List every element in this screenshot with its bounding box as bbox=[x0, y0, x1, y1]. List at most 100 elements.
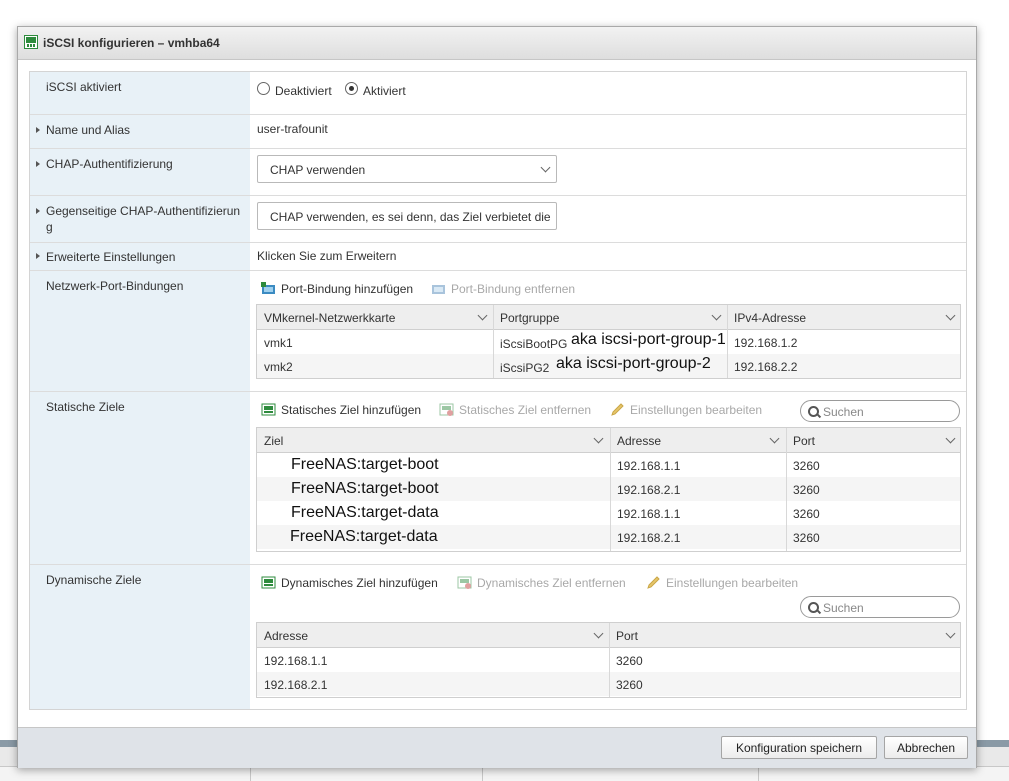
cell-port: 3260 bbox=[793, 531, 820, 545]
static-targets-table: Ziel Adresse Port FreeNAS:target-boot 19… bbox=[256, 427, 961, 552]
config-form: iSCSI aktiviert Deaktiviert Aktiviert Na… bbox=[29, 71, 967, 710]
search-icon bbox=[808, 406, 819, 417]
cell-ipv4: 192.168.1.2 bbox=[734, 336, 798, 350]
row-label: Netzwerk-Port-Bindungen bbox=[30, 271, 250, 391]
row-iscsi-enabled: iSCSI aktiviert Deaktiviert Aktiviert bbox=[30, 72, 966, 115]
static-search-input[interactable]: Suchen bbox=[800, 400, 960, 422]
save-configuration-button[interactable]: Konfiguration speichern bbox=[721, 736, 877, 759]
mutual-chap-select[interactable]: CHAP verwenden, es sei denn, das Ziel ve… bbox=[257, 202, 557, 230]
chap-select[interactable]: CHAP verwenden bbox=[257, 155, 557, 183]
cell-port: 3260 bbox=[793, 483, 820, 497]
expand-triangle-icon[interactable] bbox=[36, 127, 40, 133]
chevron-down-icon bbox=[711, 310, 722, 321]
column-header-ziel[interactable]: Ziel bbox=[257, 428, 610, 452]
add-dynamic-target-icon bbox=[261, 576, 276, 589]
dialog-header: iSCSI konfigurieren – vmhba64 bbox=[18, 27, 976, 60]
cell-portgroup: iScsiPG2 aka iscsi-port-group-2 bbox=[500, 355, 711, 375]
chevron-down-icon bbox=[945, 310, 956, 321]
iscsi-adapter-icon bbox=[24, 35, 38, 49]
column-header-adresse[interactable]: Adresse bbox=[610, 428, 786, 452]
chevron-down-icon bbox=[945, 433, 956, 444]
column-divider bbox=[786, 428, 787, 551]
search-icon bbox=[808, 602, 819, 613]
column-header-ipv4[interactable]: IPv4-Adresse bbox=[727, 305, 962, 329]
edit-settings-button[interactable]: Einstellungen bearbeiten bbox=[610, 403, 762, 417]
row-label: iSCSI aktiviert bbox=[30, 72, 250, 114]
row-label: Dynamische Ziele bbox=[30, 565, 250, 709]
row-value: Dynamisches Ziel hinzufügen Dynamisches … bbox=[250, 565, 966, 709]
row-dynamic-targets: Dynamische Ziele Dynamisches Ziel hinzuf… bbox=[30, 565, 966, 709]
cell-target: FreeNAS:target-boot bbox=[291, 480, 439, 497]
expand-triangle-icon[interactable] bbox=[36, 208, 40, 214]
cell-target: FreeNAS:target-data bbox=[290, 528, 438, 545]
iscsi-config-dialog: iSCSI konfigurieren – vmhba64 iSCSI akti… bbox=[17, 26, 977, 768]
remove-static-target-button[interactable]: Statisches Ziel entfernen bbox=[439, 403, 591, 417]
row-chap[interactable]: CHAP-Authentifizierung CHAP verwenden bbox=[30, 149, 966, 196]
remove-dynamic-target-icon bbox=[457, 576, 472, 589]
add-dynamic-target-button[interactable]: Dynamisches Ziel hinzufügen bbox=[261, 576, 438, 590]
row-advanced-settings[interactable]: Erweiterte Einstellungen Klicken Sie zum… bbox=[30, 243, 966, 271]
cell-address: 192.168.2.1 bbox=[617, 483, 681, 497]
row-label: Statische Ziele bbox=[30, 392, 250, 564]
dialog-title: iSCSI konfigurieren – vmhba64 bbox=[43, 36, 220, 50]
radio-aktiviert-label[interactable]: Aktiviert bbox=[363, 84, 406, 98]
row-value: CHAP verwenden, es sei denn, das Ziel ve… bbox=[250, 196, 966, 242]
column-header-portgruppe[interactable]: Portgruppe bbox=[493, 305, 727, 329]
chevron-down-icon bbox=[477, 310, 488, 321]
row-mutual-chap[interactable]: Gegenseitige CHAP-Authentifizierung CHAP… bbox=[30, 196, 966, 243]
port-binding-table: VMkernel-Netzwerkkarte Portgruppe IPv4-A… bbox=[256, 304, 961, 379]
chevron-down-icon bbox=[769, 433, 780, 444]
row-value: Deaktiviert Aktiviert bbox=[250, 72, 966, 114]
cell-address: 192.168.1.1 bbox=[617, 507, 681, 521]
row-static-targets: Statische Ziele Statisches Ziel hinzufüg… bbox=[30, 392, 966, 565]
edit-settings-button[interactable]: Einstellungen bearbeiten bbox=[646, 576, 798, 590]
cell-address: 192.168.1.1 bbox=[264, 654, 328, 668]
cell-address: 192.168.1.1 bbox=[617, 459, 681, 473]
row-label: Name und Alias bbox=[30, 115, 250, 148]
cell-port: 3260 bbox=[793, 459, 820, 473]
cell-target: FreeNAS:target-boot bbox=[291, 456, 439, 473]
dynamic-search-input[interactable]: Suchen bbox=[800, 596, 960, 618]
cancel-button[interactable]: Abbrechen bbox=[884, 736, 968, 759]
remove-port-binding-icon bbox=[432, 285, 445, 294]
cell-nic: vmk2 bbox=[264, 360, 293, 374]
row-label: Erweiterte Einstellungen bbox=[30, 243, 250, 270]
chevron-down-icon bbox=[593, 628, 604, 639]
cell-port: 3260 bbox=[616, 654, 643, 668]
expand-triangle-icon[interactable] bbox=[36, 161, 40, 167]
cell-port: 3260 bbox=[616, 678, 643, 692]
expand-triangle-icon[interactable] bbox=[36, 253, 40, 259]
add-static-target-icon bbox=[261, 403, 276, 416]
dynamic-targets-table: Adresse Port 192.168.1.1 3260 192.168.2.… bbox=[256, 622, 961, 698]
column-divider bbox=[493, 305, 494, 378]
cell-ipv4: 192.168.2.2 bbox=[734, 360, 798, 374]
dialog-footer: Konfiguration speichern Abbrechen bbox=[18, 727, 976, 768]
radio-deaktiviert-label[interactable]: Deaktiviert bbox=[275, 84, 332, 98]
column-header-port[interactable]: Port bbox=[609, 623, 962, 647]
background-grid bbox=[0, 766, 1009, 781]
row-label: Gegenseitige CHAP-Authentifizierung bbox=[30, 196, 250, 242]
column-divider bbox=[609, 623, 610, 697]
add-port-binding-icon bbox=[261, 282, 275, 294]
column-header-adresse[interactable]: Adresse bbox=[257, 623, 609, 647]
name-alias-value: user-trafounit bbox=[257, 122, 328, 136]
column-header-port[interactable]: Port bbox=[786, 428, 962, 452]
row-label: CHAP-Authentifizierung bbox=[30, 149, 250, 195]
remove-port-binding-button[interactable]: Port-Bindung entfernen bbox=[431, 282, 575, 296]
row-name-alias[interactable]: Name und Alias user-trafounit bbox=[30, 115, 966, 149]
radio-deaktiviert[interactable] bbox=[257, 82, 270, 95]
cell-portgroup: iScsiBootPG aka iscsi-port-group-1 bbox=[500, 331, 726, 351]
row-port-binding: Netzwerk-Port-Bindungen Port-Bindung hin… bbox=[30, 271, 966, 392]
add-static-target-button[interactable]: Statisches Ziel hinzufügen bbox=[261, 403, 421, 417]
row-value: Statisches Ziel hinzufügen Statisches Zi… bbox=[250, 392, 966, 564]
remove-dynamic-target-button[interactable]: Dynamisches Ziel entfernen bbox=[457, 576, 626, 590]
cell-target: FreeNAS:target-data bbox=[291, 504, 439, 521]
add-port-binding-button[interactable]: Port-Bindung hinzufügen bbox=[261, 282, 413, 296]
cell-address: 192.168.2.1 bbox=[264, 678, 328, 692]
pencil-icon bbox=[647, 576, 660, 589]
column-divider bbox=[610, 428, 611, 551]
row-value: CHAP verwenden bbox=[250, 149, 966, 195]
column-header-vmkernel[interactable]: VMkernel-Netzwerkkarte bbox=[257, 305, 493, 329]
radio-aktiviert[interactable] bbox=[345, 82, 358, 95]
advanced-expand-hint[interactable]: Klicken Sie zum Erweitern bbox=[257, 249, 396, 263]
